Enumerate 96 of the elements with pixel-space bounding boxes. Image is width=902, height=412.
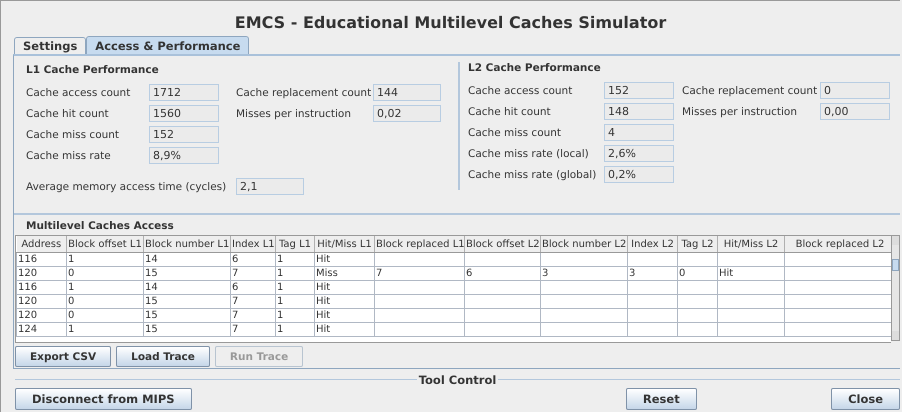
table-cell: 6 — [230, 252, 276, 266]
scrollbar[interactable] — [891, 235, 900, 341]
table-cell: 14 — [144, 252, 230, 266]
column-header[interactable]: Block offset L2 — [464, 236, 540, 252]
table-cell: 15 — [144, 308, 230, 322]
section-title: Multilevel Caches Access — [25, 220, 175, 232]
value-field[interactable]: 0,2% — [604, 166, 674, 183]
table-cell: 7 — [230, 322, 276, 336]
column-header[interactable]: Block number L2 — [540, 236, 628, 252]
column-header[interactable]: Hit/Miss L2 — [718, 236, 784, 252]
section-title: L2 Cache Performance — [468, 62, 602, 74]
field-label: Cache replacement count — [236, 86, 372, 98]
table-cell: 1 — [66, 280, 144, 294]
table-cell: Hit — [314, 294, 374, 308]
table-cell: 0 — [66, 308, 144, 322]
tab[interactable]: Access & Performance — [86, 36, 250, 54]
tab[interactable]: Settings — [14, 37, 86, 54]
button[interactable]: Reset — [626, 388, 697, 410]
field-label: Misses per instruction — [682, 106, 798, 118]
column-header[interactable]: Block number L1 — [144, 236, 230, 252]
field-label: Cache miss count — [468, 126, 562, 138]
table-cell: 1 — [276, 308, 314, 322]
table-cell: 1 — [276, 322, 314, 336]
field-label: Cache hit count — [468, 106, 552, 118]
table-cell: 14 — [144, 280, 230, 294]
value-field[interactable]: 2,1 — [236, 178, 304, 195]
field-label: Cache miss rate — [26, 150, 112, 162]
field-label: Cache access count — [468, 84, 574, 96]
table-cell: 3 — [540, 266, 628, 280]
table-cell: 116 — [16, 252, 66, 266]
value-field[interactable]: 148 — [604, 103, 674, 120]
table-cell: 0 — [678, 266, 718, 280]
column-header[interactable]: Address — [16, 236, 66, 252]
table-cell: 0 — [66, 294, 144, 308]
table-cell: 120 — [16, 294, 66, 308]
table-cell: 1 — [276, 266, 314, 280]
table-cell: Hit — [314, 252, 374, 266]
table-cell: Miss — [314, 266, 374, 280]
value-field[interactable]: 152 — [149, 126, 219, 143]
group-title: Tool Control — [418, 372, 496, 386]
table-cell: 15 — [144, 294, 230, 308]
column-header[interactable]: Hit/Miss L1 — [314, 236, 374, 252]
value-field[interactable]: 0,02 — [373, 105, 441, 122]
column-header[interactable]: Block replaced L1 — [374, 236, 464, 252]
table-cell: 3 — [628, 266, 678, 280]
table-cell: 6 — [230, 280, 276, 294]
column-header[interactable]: Index L1 — [230, 236, 276, 252]
field-label: Misses per instruction — [236, 108, 352, 120]
field-label: Cache miss rate (global) — [468, 168, 598, 180]
column-header[interactable]: Tag L1 — [276, 236, 314, 252]
table-cell: 7 — [374, 266, 464, 280]
table-cell: 7 — [230, 308, 276, 322]
column-header[interactable]: Block replaced L2 — [784, 236, 892, 252]
table-cell: Hit — [314, 280, 374, 294]
column-header[interactable]: Tag L2 — [678, 236, 718, 252]
table-cell: Hit — [718, 266, 784, 280]
table-cell: 1 — [66, 252, 144, 266]
field-label: Cache access count — [26, 86, 132, 98]
value-field[interactable]: 152 — [604, 82, 674, 99]
table-cell: 6 — [464, 266, 540, 280]
table-cell: 1 — [276, 252, 314, 266]
value-field[interactable]: 144 — [373, 84, 441, 101]
table-cell: 0 — [66, 266, 144, 280]
field-label: Cache replacement count — [682, 84, 818, 96]
button[interactable]: Load Trace — [116, 346, 210, 367]
table-cell: 1 — [276, 280, 314, 294]
table-cell: 1 — [276, 294, 314, 308]
value-field[interactable]: 4 — [604, 124, 674, 141]
button[interactable]: Close — [831, 388, 900, 410]
column-header[interactable]: Index L2 — [628, 236, 678, 252]
value-field[interactable]: 1712 — [149, 84, 219, 101]
column-header[interactable]: Block offset L1 — [66, 236, 144, 252]
table-cell: 124 — [16, 322, 66, 336]
field-label: Cache miss rate (local) — [468, 148, 590, 160]
table-cell: 120 — [16, 266, 66, 280]
value-field[interactable]: 8,9% — [149, 147, 219, 164]
button[interactable]: Disconnect from MIPS — [15, 388, 192, 410]
value-field[interactable]: 2,6% — [604, 145, 674, 162]
table-cell: Hit — [314, 322, 374, 336]
value-field[interactable]: 0 — [820, 82, 890, 99]
table-cell: Hit — [314, 308, 374, 322]
table-cell: 120 — [16, 308, 66, 322]
button[interactable]: Export CSV — [15, 346, 112, 367]
value-field[interactable]: 0,00 — [820, 103, 890, 120]
field-label: Cache miss count — [26, 128, 120, 140]
section-title: L1 Cache Performance — [26, 64, 160, 76]
value-field[interactable]: 1560 — [149, 105, 219, 122]
table-cell: 15 — [144, 266, 230, 280]
table-cell: 15 — [144, 322, 230, 336]
table-cell: 7 — [230, 266, 276, 280]
table-cell: 1 — [66, 322, 144, 336]
window-title: EMCS - Educational Multilevel Caches Simulator — [234, 12, 668, 34]
field-label: Cache hit count — [26, 108, 110, 120]
table-cell: 116 — [16, 280, 66, 294]
field-label: Average memory access time (cycles) — [26, 180, 228, 192]
table-cell: 7 — [230, 294, 276, 308]
